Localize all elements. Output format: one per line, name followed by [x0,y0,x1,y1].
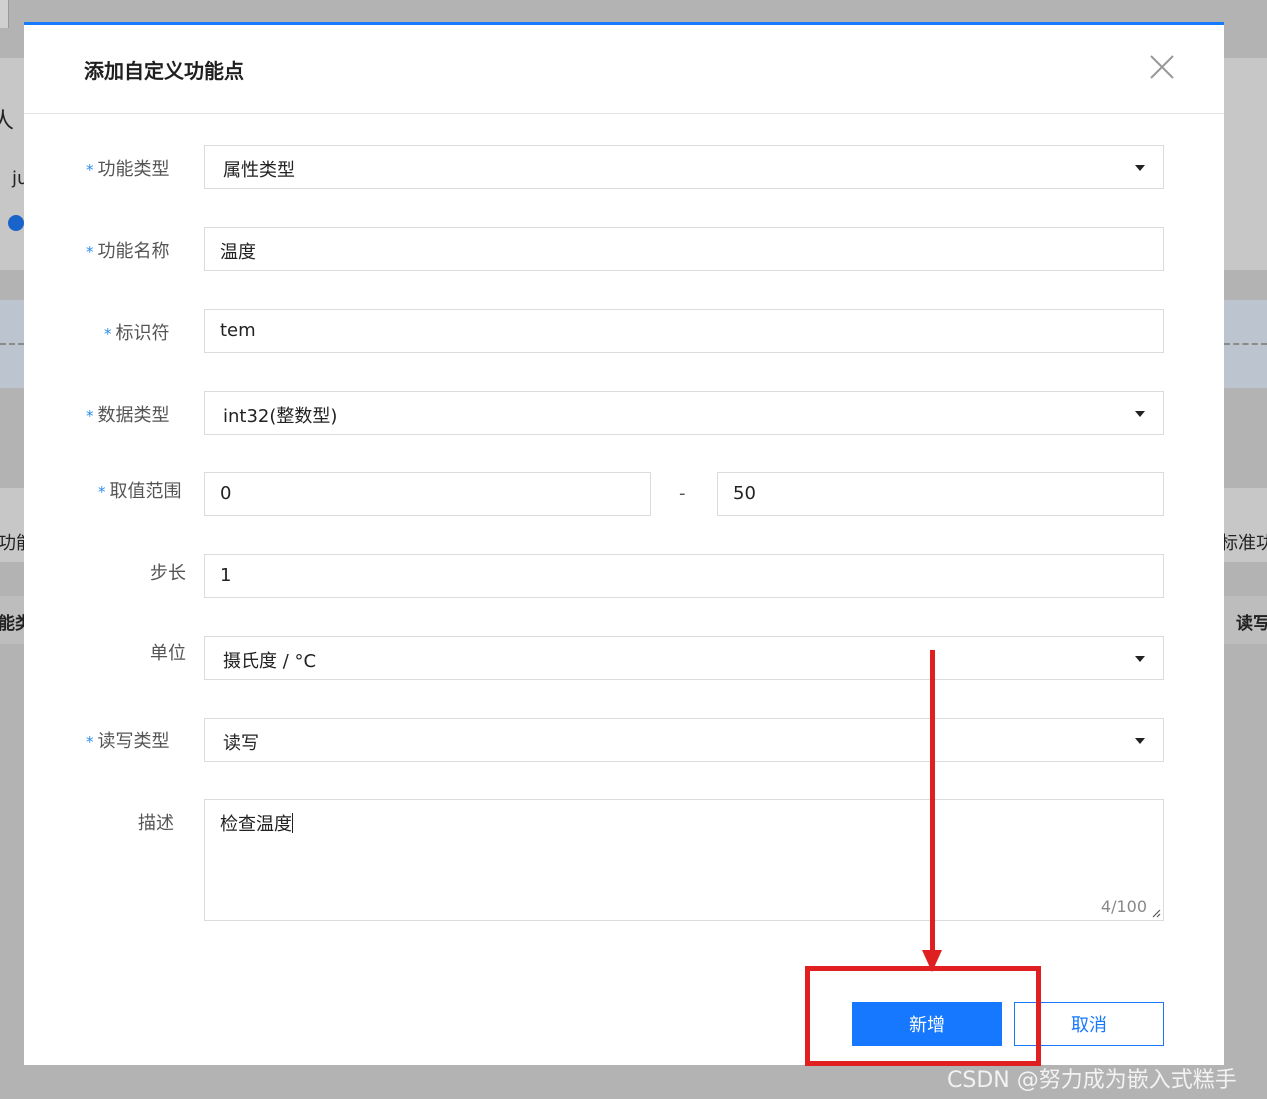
rw-type-select[interactable]: 读写 [204,718,1164,762]
rw-type-label: * 读写类型 [86,731,170,752]
identifier-value: tem [220,320,256,341]
step-input[interactable]: 1 [204,554,1164,598]
data-type-select[interactable]: int32(整数型) [204,391,1164,435]
step-label: 步长 [150,563,186,584]
range-label: * 取值范围 [98,481,182,502]
func-name-value: 温度 [220,242,256,263]
description-value: 检查温度 [220,813,293,835]
add-function-dialog: 添加自定义功能点 * 功能类型 属性类型 * 功能名称 温度 * 标识符 tem * 数… [24,22,1224,1065]
annotation-arrow-line [930,650,935,952]
caret-down-icon [1135,165,1145,171]
dialog-header: 添加自定义功能点 [24,25,1224,114]
close-icon[interactable] [1148,53,1176,81]
required-mark: * [86,733,94,751]
background-fragment-4: 标准功 [1220,533,1267,554]
caret-down-icon [1135,738,1145,744]
identifier-input[interactable]: tem [204,309,1164,353]
required-mark: * [86,243,94,261]
char-counter: 4/100 [1100,897,1147,916]
range-separator: - [679,483,686,504]
func-type-select[interactable]: 属性类型 [204,145,1164,189]
rw-type-value: 读写 [223,733,259,754]
func-name-input[interactable]: 温度 [204,227,1164,271]
data-type-label: * 数据类型 [86,405,170,426]
unit-select[interactable]: 摄氏度 / °C [204,636,1164,680]
background-fragment-1: 人 [0,109,15,134]
unit-label: 单位 [150,643,186,664]
func-type-label: * 功能类型 [86,159,170,180]
data-type-value: int32(整数型) [223,406,338,427]
description-textarea[interactable]: 检查温度 4/100 [204,799,1164,921]
required-mark: * [86,407,94,425]
check-icon [8,215,24,231]
dialog-title: 添加自定义功能点 [84,59,244,83]
required-mark: * [98,483,106,501]
watermark: CSDN @努力成为嵌入式糕手 [947,1068,1237,1093]
range-max-input[interactable]: 50 [717,472,1164,516]
step-value: 1 [220,565,232,586]
required-mark: * [104,325,112,343]
range-min-value: 0 [220,483,232,504]
identifier-label: * 标识符 [104,323,170,344]
range-max-value: 50 [733,483,756,504]
resize-handle-icon[interactable] [1151,908,1161,918]
unit-value: 摄氏度 / °C [223,651,317,672]
caret-down-icon [1135,411,1145,417]
background-dash-right [1224,343,1267,345]
func-type-value: 属性类型 [223,160,295,181]
text-cursor [292,813,293,833]
description-label: 描述 [138,813,174,834]
background-dash-left [0,343,24,345]
func-name-label: * 功能名称 [86,241,170,262]
background-header-strip [0,0,9,28]
background-fragment-6: 读写 [1236,614,1267,634]
required-mark: * [86,161,94,179]
annotation-highlight-box [805,966,1041,1066]
caret-down-icon [1135,656,1145,662]
range-min-input[interactable]: 0 [204,472,651,516]
